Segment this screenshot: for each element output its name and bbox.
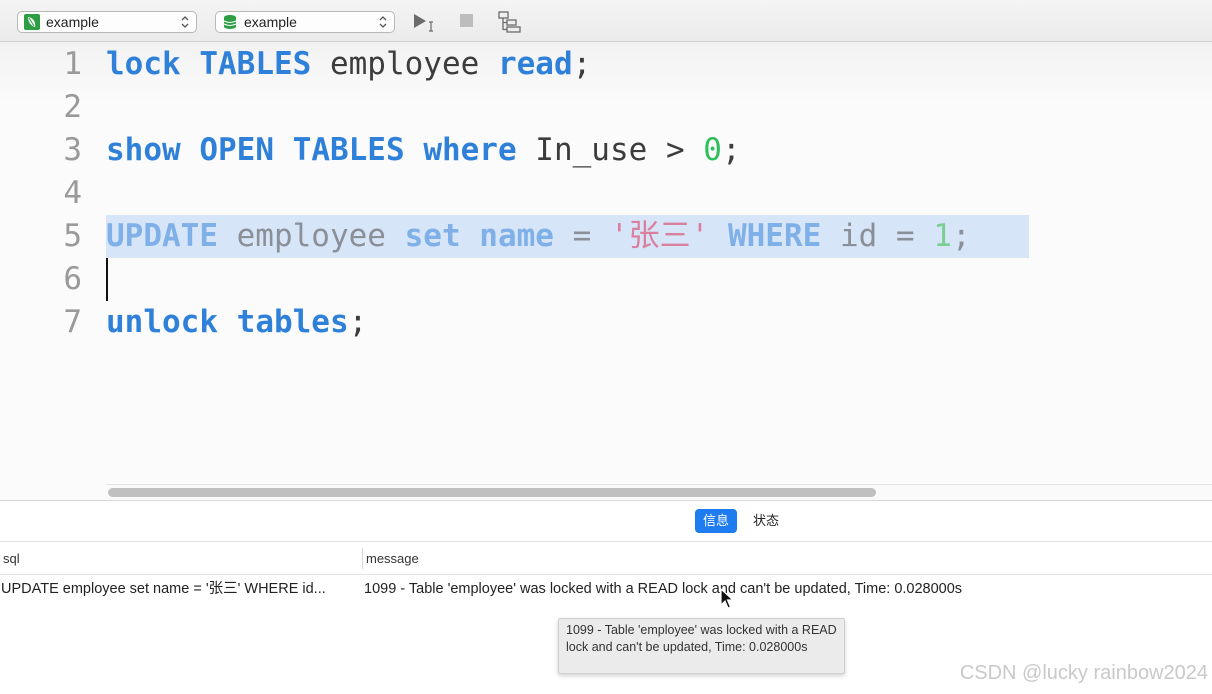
sql-string: '张三' — [609, 218, 710, 254]
sql-keyword: name — [479, 218, 554, 254]
code-line[interactable]: lock TABLES employee read; — [106, 43, 591, 86]
scrollbar-thumb[interactable] — [108, 488, 876, 497]
explain-icon — [498, 11, 521, 33]
toolbar: example example — [0, 0, 1212, 42]
sql-text: = — [553, 218, 610, 254]
sql-keyword: UPDATE — [106, 218, 218, 254]
line-number: 5 — [63, 218, 82, 254]
sql-text: ; — [348, 304, 368, 340]
stop-button[interactable] — [455, 10, 481, 34]
horizontal-scrollbar[interactable] — [106, 484, 1212, 500]
code-line[interactable]: unlock tables; — [106, 301, 367, 344]
sql-keyword: tables — [236, 304, 349, 340]
result-tabs: 信息 状态 — [0, 501, 1212, 542]
result-grid-header: sql message — [0, 542, 1212, 575]
line-number: 7 — [63, 304, 82, 340]
sql-number: 0 — [703, 132, 722, 168]
connection-select-label: example — [46, 14, 99, 30]
line-number: 6 — [63, 261, 82, 297]
connection-select[interactable]: example — [17, 11, 197, 33]
watermark: CSDN @lucky rainbow2024 — [959, 662, 1208, 684]
run-button[interactable] — [411, 10, 437, 34]
sql-editor[interactable]: 1 2 3 4 5 6 7 lock TABLES employee read;… — [0, 42, 1212, 500]
line-number: 1 — [63, 46, 82, 82]
line-number: 2 — [63, 89, 82, 125]
sql-keyword: show — [106, 132, 181, 168]
sql-keyword: unlock — [106, 304, 218, 340]
sql-keyword: TABLES — [292, 132, 405, 168]
mouse-pointer-icon — [720, 588, 734, 609]
run-cursor-icon — [414, 14, 433, 32]
sql-text: ; — [951, 218, 971, 254]
sql-keyword: where — [423, 132, 517, 168]
sql-text: ; — [721, 132, 741, 168]
sql-keyword: lock — [106, 46, 181, 82]
stop-icon — [460, 14, 473, 27]
explain-button[interactable] — [497, 10, 523, 34]
line-number: 3 — [63, 132, 82, 168]
cell-sql[interactable]: UPDATE employee set name = '张三' WHERE id… — [1, 575, 357, 603]
sql-text: id = — [821, 218, 934, 254]
column-header-message[interactable]: message — [363, 542, 419, 575]
sql-keyword: OPEN — [199, 132, 274, 168]
database-select-label: example — [244, 14, 297, 30]
sql-text: employee — [217, 218, 405, 254]
sql-keyword: WHERE — [727, 218, 822, 254]
chevron-updown-icon — [181, 16, 189, 28]
tab-info[interactable]: 信息 — [695, 509, 738, 533]
sql-text: ; — [572, 46, 592, 82]
database-icon — [223, 15, 237, 29]
chevron-updown-icon — [379, 16, 387, 28]
text-caret — [106, 258, 108, 301]
table-row[interactable]: UPDATE employee set name = '张三' WHERE id… — [0, 575, 1212, 603]
message-tooltip: 1099 - Table 'employee' was locked with … — [558, 618, 845, 674]
sql-keyword: TABLES — [199, 46, 312, 82]
sql-keyword: set — [404, 218, 461, 254]
line-number: 4 — [63, 175, 82, 211]
column-header-sql[interactable]: sql — [0, 542, 20, 575]
leaf-icon — [24, 14, 40, 30]
database-select[interactable]: example — [215, 11, 395, 33]
cell-message[interactable]: 1099 - Table 'employee' was locked with … — [364, 575, 1210, 603]
code-line[interactable]: UPDATE employee set name = '张三' WHERE id… — [106, 215, 971, 258]
code-line[interactable]: show OPEN TABLES where In_use > 0; — [106, 129, 741, 172]
sql-text: In_use > — [516, 132, 704, 168]
sql-keyword: read — [497, 46, 573, 82]
sql-number: 1 — [933, 218, 952, 254]
sql-text: employee — [311, 46, 498, 82]
tab-status[interactable]: 状态 — [745, 509, 787, 533]
